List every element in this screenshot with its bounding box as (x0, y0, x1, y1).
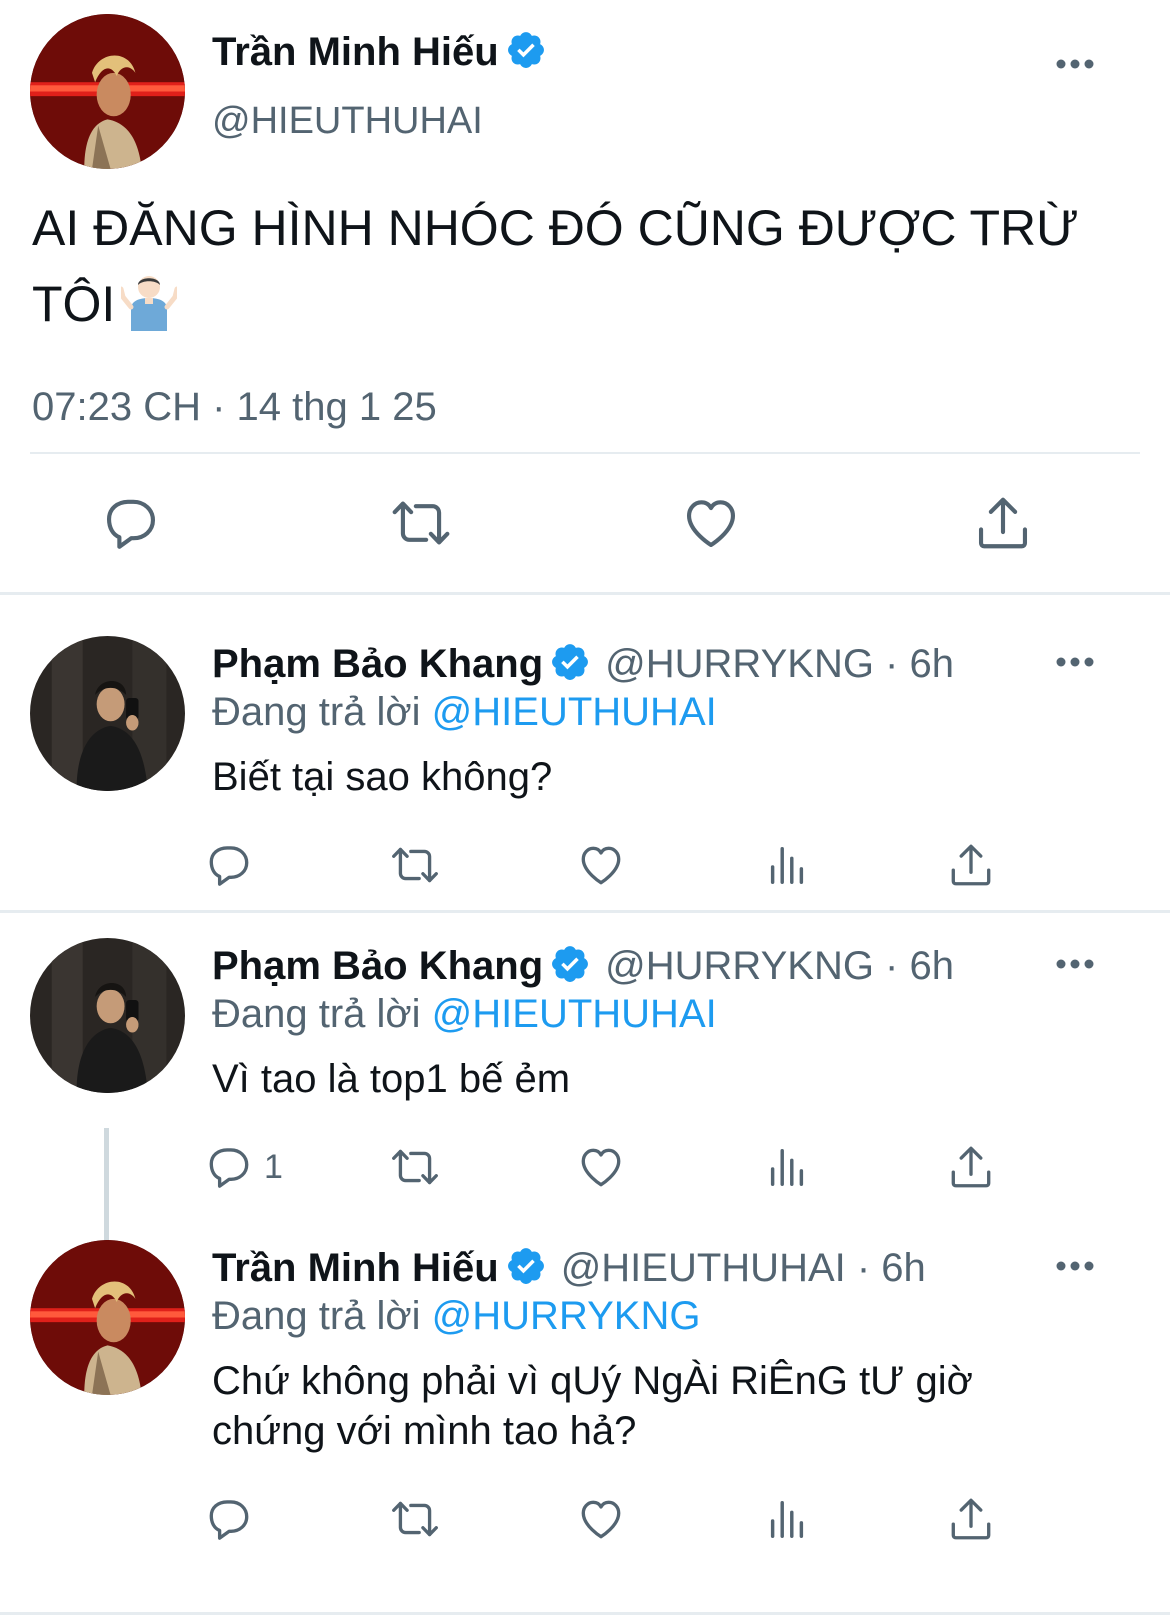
share-icon[interactable] (946, 1494, 996, 1544)
reply-icon[interactable] (204, 1494, 254, 1544)
verified-badge-icon (549, 641, 591, 683)
main-tweet-text-line2: TÔI (32, 276, 116, 332)
section-divider (0, 592, 1170, 595)
replying-to: Đang trả lời @HIEUTHUHAI (212, 992, 717, 1037)
like-icon[interactable] (576, 1142, 626, 1192)
reply-header: Phạm Bảo Khang @HURRYKNG · 6h (212, 944, 954, 989)
more-options-icon[interactable] (1055, 1260, 1095, 1272)
like-icon[interactable] (680, 492, 742, 554)
more-options-icon[interactable] (1055, 58, 1095, 70)
main-tweet-author-name[interactable]: Trần Minh Hiếu (212, 30, 547, 75)
share-icon[interactable] (946, 840, 996, 890)
verified-badge-icon (505, 29, 547, 71)
reply-avatar[interactable] (30, 1240, 185, 1395)
main-tweet-timestamp[interactable]: 07:23 CH · 14 thg 1 25 (32, 385, 437, 430)
share-icon[interactable] (946, 1142, 996, 1192)
section-divider (0, 1612, 1170, 1615)
reply-avatar[interactable] (30, 938, 185, 1093)
views-icon[interactable] (764, 1144, 810, 1190)
retweet-icon[interactable] (388, 1142, 442, 1192)
reply-icon[interactable] (100, 492, 162, 554)
more-options-icon[interactable] (1055, 958, 1095, 970)
reply-handle-time[interactable]: @HIEUTHUHAI · 6h (561, 1246, 926, 1290)
reply-icon[interactable] (204, 1142, 254, 1192)
reply-count: 1 (264, 1148, 283, 1186)
retweet-icon[interactable] (388, 840, 442, 890)
reply-header: Phạm Bảo Khang @HURRYKNG · 6h (212, 642, 954, 687)
reply-handle-time[interactable]: @HURRYKNG · 6h (605, 944, 954, 988)
replying-to-mention[interactable]: @HURRYKNG (432, 1294, 701, 1338)
reply-text: Vì tao là top1 bế ẻm (212, 1057, 571, 1101)
reply-text-line1: Chứ không phải vì qUý NgÀi RiÊnG tƯ giờ (212, 1359, 973, 1403)
like-icon[interactable] (576, 1494, 626, 1544)
like-icon[interactable] (576, 840, 626, 890)
replying-to-prefix: Đang trả lời (212, 992, 421, 1036)
verified-badge-icon (505, 1245, 547, 1287)
more-options-icon[interactable] (1055, 656, 1095, 668)
reply-avatar[interactable] (30, 636, 185, 791)
reply-header: Trần Minh Hiếu @HIEUTHUHAI · 6h (212, 1246, 926, 1291)
reply-text: Biết tại sao không? (212, 755, 553, 799)
reply-author-name[interactable]: Phạm Bảo Khang (212, 642, 543, 686)
reply-text: Chứ không phải vì qUý NgÀi RiÊnG tƯ giờ … (212, 1356, 1112, 1456)
reply-author-name[interactable]: Trần Minh Hiếu (212, 1246, 499, 1290)
author-name-text: Trần Minh Hiếu (212, 30, 499, 74)
reply-author-name[interactable]: Phạm Bảo Khang (212, 944, 543, 988)
main-tweet-avatar[interactable] (30, 14, 185, 169)
reply-text-line2: chứng với mình tao hả? (212, 1409, 637, 1453)
main-tweet-handle[interactable]: @HIEUTHUHAI (212, 100, 483, 143)
share-icon[interactable] (972, 492, 1034, 554)
reply-handle-time[interactable]: @HURRYKNG · 6h (605, 642, 954, 686)
section-divider (0, 910, 1170, 913)
retweet-icon[interactable] (388, 492, 454, 554)
main-tweet-text: AI ĐĂNG HÌNH NHÓC ĐÓ CŨNG ĐƯỢC TRỪ TÔI (32, 190, 1152, 342)
views-icon[interactable] (764, 1496, 810, 1542)
reply-icon[interactable] (204, 840, 254, 890)
views-icon[interactable] (764, 842, 810, 888)
main-tweet-text-line1: AI ĐĂNG HÌNH NHÓC ĐÓ CŨNG ĐƯỢC TRỪ (32, 200, 1079, 256)
retweet-icon[interactable] (388, 1494, 442, 1544)
replying-to: Đang trả lời @HURRYKNG (212, 1294, 700, 1339)
replying-to-mention[interactable]: @HIEUTHUHAI (432, 992, 717, 1036)
replying-to-prefix: Đang trả lời (212, 690, 421, 734)
verified-badge-icon (549, 943, 591, 985)
divider (30, 452, 1140, 454)
person-shrugging-emoji-icon (121, 271, 177, 331)
replying-to: Đang trả lời @HIEUTHUHAI (212, 690, 717, 735)
replying-to-prefix: Đang trả lời (212, 1294, 421, 1338)
replying-to-mention[interactable]: @HIEUTHUHAI (432, 690, 717, 734)
